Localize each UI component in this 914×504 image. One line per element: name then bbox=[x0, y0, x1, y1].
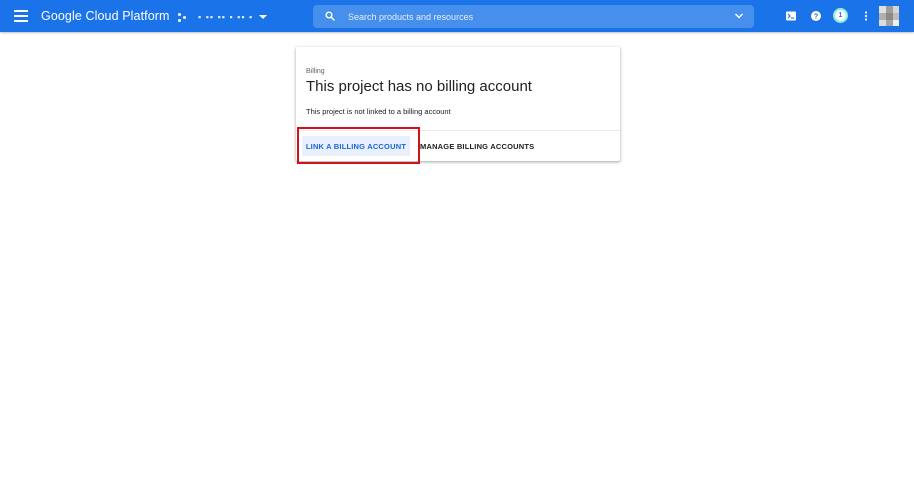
notification-count: 1 bbox=[835, 10, 846, 21]
search-input[interactable] bbox=[348, 5, 728, 28]
card-divider bbox=[296, 130, 620, 131]
brand-title[interactable]: Google Cloud Platform bbox=[41, 9, 170, 23]
project-name: ▪ ▪▪ ▪▪ ▪ ▪▪ ▪ bbox=[198, 12, 254, 22]
card-eyebrow: Billing bbox=[306, 68, 325, 75]
project-picker[interactable]: ▪ ▪▪ ▪▪ ▪ ▪▪ ▪ bbox=[178, 10, 268, 24]
notifications-button[interactable]: 1 bbox=[833, 8, 848, 23]
billing-card: Billing This project has no billing acco… bbox=[296, 47, 620, 161]
project-picker-icon bbox=[178, 12, 187, 22]
hamburger-menu-icon[interactable] bbox=[14, 10, 28, 22]
more-vert-icon[interactable] bbox=[860, 10, 872, 22]
cloud-shell-icon[interactable] bbox=[785, 10, 797, 22]
link-billing-account-button[interactable]: LINK A BILLING ACCOUNT bbox=[302, 136, 410, 156]
top-app-bar: Google Cloud Platform ▪ ▪▪ ▪▪ ▪ ▪▪ ▪ ? 1 bbox=[0, 0, 914, 32]
caret-down-icon bbox=[259, 15, 268, 19]
avatar[interactable] bbox=[879, 6, 899, 26]
chevron-down-icon[interactable] bbox=[734, 11, 744, 21]
help-icon[interactable]: ? bbox=[810, 10, 822, 22]
card-description: This project is not linked to a billing … bbox=[306, 107, 451, 116]
svg-text:?: ? bbox=[814, 12, 819, 21]
manage-billing-accounts-button[interactable]: MANAGE BILLING ACCOUNTS bbox=[420, 136, 546, 156]
search-icon bbox=[325, 11, 335, 21]
card-title: This project has no billing account bbox=[306, 78, 532, 95]
search-bar[interactable] bbox=[313, 5, 754, 28]
